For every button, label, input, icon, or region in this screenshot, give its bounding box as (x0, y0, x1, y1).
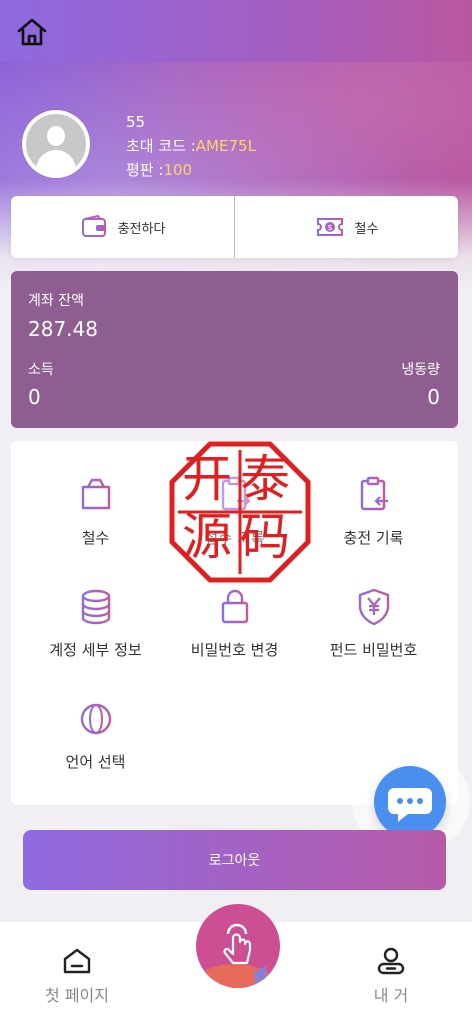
money-ticket-icon: $ (316, 218, 343, 236)
yen-shield-icon (358, 588, 389, 626)
wallet-icon (81, 214, 106, 237)
menu-item-label: 언어 선택 (65, 753, 126, 771)
tap-hand-icon (206, 923, 272, 988)
menu-item-withdraw[interactable]: 철수 (21, 475, 170, 548)
home-tab-icon (63, 948, 91, 974)
logout-label: 로그아웃 (208, 853, 261, 869)
account-balance-value: 287.48 (28, 317, 98, 341)
home-icon (17, 18, 47, 46)
globe-icon (80, 703, 111, 735)
menu-item-change-password[interactable]: 비밀번호 변경 (160, 587, 309, 660)
center-action-button[interactable] (196, 904, 280, 988)
user-silhouette-icon (26, 114, 86, 174)
withdraw-label: 철수 (354, 221, 379, 237)
menu-item-label: 펀드 비밀번호 (329, 641, 418, 659)
frozen-amount-label: 냉동량 (401, 362, 440, 378)
svg-text:$: $ (327, 223, 332, 232)
recharge-button[interactable]: 충전하다 (11, 196, 234, 258)
logout-button[interactable]: 로그아웃 (23, 830, 446, 890)
watermark-text: 开泰源码 (182, 450, 298, 566)
invite-code-label: 초대 코드 : (126, 137, 196, 155)
recharge-label: 충전하다 (117, 221, 166, 237)
lock-icon (221, 589, 248, 624)
menu-item-recharge-history[interactable]: 충전 기록 (299, 475, 448, 548)
chat-bubble-icon (388, 788, 432, 822)
frozen-amount-value: 0 (427, 385, 440, 409)
reputation-value: 100 (163, 161, 193, 179)
avatar[interactable] (22, 110, 90, 178)
tab-me[interactable]: 내 거 (331, 946, 451, 1006)
invite-code-value[interactable]: AME75L (196, 137, 256, 155)
invite-code-row: 초대 코드 :AME75L (126, 134, 256, 158)
menu-item-language[interactable]: 언어 선택 (21, 699, 170, 772)
income-value: 0 (28, 385, 41, 409)
balance-card: 계좌 잔액 287.48 소득 0 냉동량 0 (11, 271, 458, 428)
tab-home[interactable]: 첫 페이지 (17, 946, 137, 1006)
top-bar (0, 0, 472, 62)
tab-me-label: 내 거 (373, 986, 409, 1005)
menu-item-account-details[interactable]: 계정 세부 정보 (21, 587, 170, 660)
user-info: 55 초대 코드 :AME75L 평판 :100 (126, 110, 256, 182)
reputation-label: 평판 : (126, 161, 164, 179)
menu-item-label: 충전 기록 (343, 529, 404, 547)
chat-button[interactable] (374, 766, 446, 838)
tab-home-label: 첫 페이지 (45, 986, 109, 1005)
clipboard-in-icon (360, 476, 388, 511)
account-balance-label: 계좌 잔액 (28, 293, 84, 309)
menu-item-label: 계정 세부 정보 (49, 641, 142, 659)
username: 55 (126, 113, 146, 131)
bag-icon (81, 478, 110, 510)
user-tab-icon (377, 947, 405, 975)
quick-actions: 충전하다 $ 철수 (11, 196, 458, 258)
home-button[interactable] (16, 16, 48, 48)
withdraw-button[interactable]: $ 철수 (235, 196, 458, 258)
reputation-row: 평판 :100 (126, 158, 256, 182)
menu-item-fund-password[interactable]: 펀드 비밀번호 (299, 587, 448, 660)
income-label: 소득 (28, 362, 54, 378)
menu-item-label: 비밀번호 변경 (190, 641, 279, 659)
menu-item-label: 철수 (81, 529, 110, 547)
database-icon (81, 589, 110, 625)
